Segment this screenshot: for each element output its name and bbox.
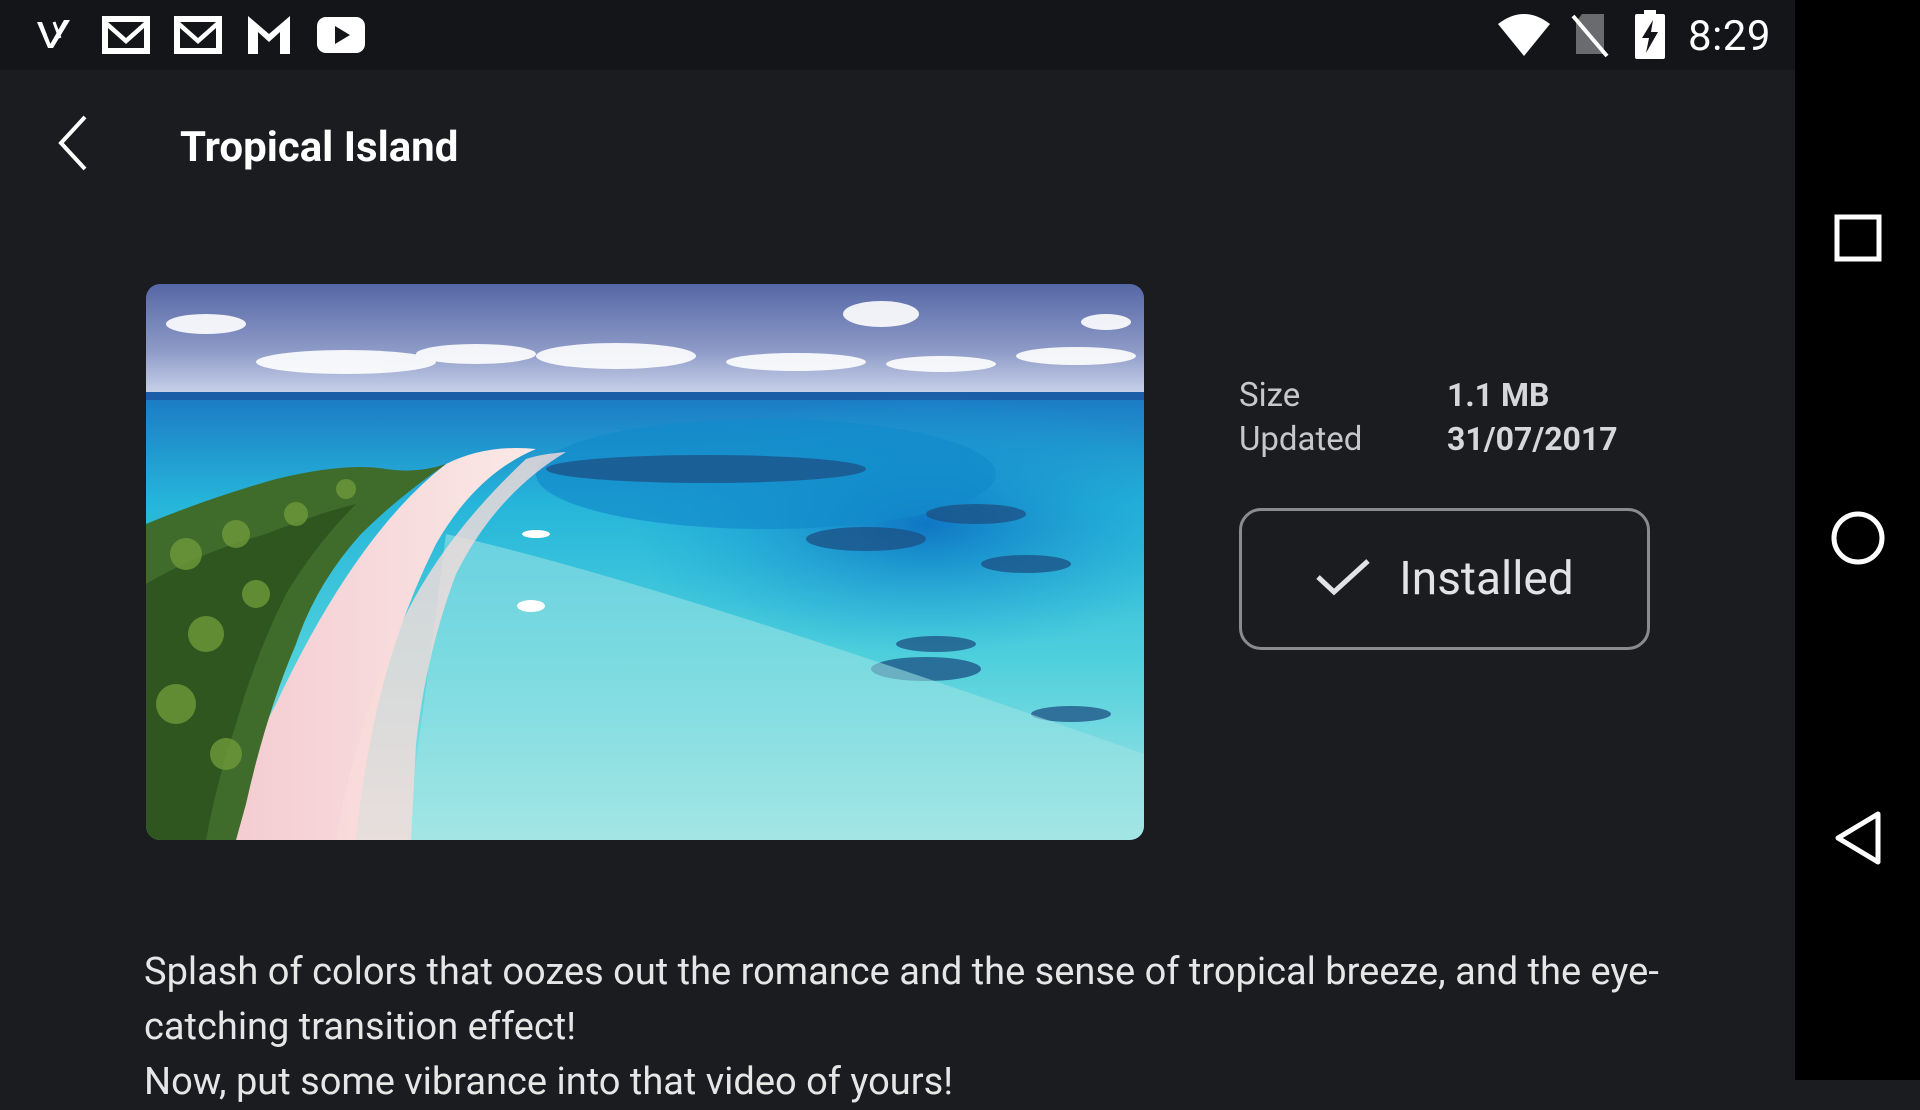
v-app-icon [34,14,74,58]
battery-charging-icon [1634,10,1666,64]
status-bar: 8:29 [0,0,1795,70]
description-line-1: Splash of colors that oozes out the roma… [144,950,1659,1049]
status-clock: 8:29 [1688,12,1771,61]
wifi-icon [1497,12,1551,62]
no-sim-icon [1570,12,1610,62]
page-title: Tropical Island [180,123,459,172]
size-value: 1.1 MB [1447,376,1550,414]
back-button[interactable] [40,100,110,190]
youtube-icon [316,16,366,58]
installed-label: Installed [1399,552,1574,606]
gmail-icon [246,14,292,60]
chevron-left-icon [55,111,95,179]
description-line-2: Now, put some vibrance into that video o… [144,1060,954,1104]
size-label: Size [1239,376,1301,415]
installed-button[interactable]: Installed [1239,508,1650,650]
gmail-icon [100,14,152,60]
gmail-icon [172,14,224,60]
check-icon [1315,557,1371,601]
navigation-bar [1795,0,1920,1080]
nav-back-button[interactable] [1795,780,1920,900]
updated-label: Updated [1239,420,1363,459]
updated-value: 31/07/2017 [1447,420,1618,458]
theme-description: Splash of colors that oozes out the roma… [144,945,1744,1110]
recents-button[interactable] [1795,180,1920,300]
home-button[interactable] [1795,480,1920,600]
recents-square-icon [1834,214,1882,266]
home-circle-icon [1830,510,1886,570]
back-triangle-icon [1833,810,1883,870]
theme-preview-image[interactable] [146,284,1144,840]
